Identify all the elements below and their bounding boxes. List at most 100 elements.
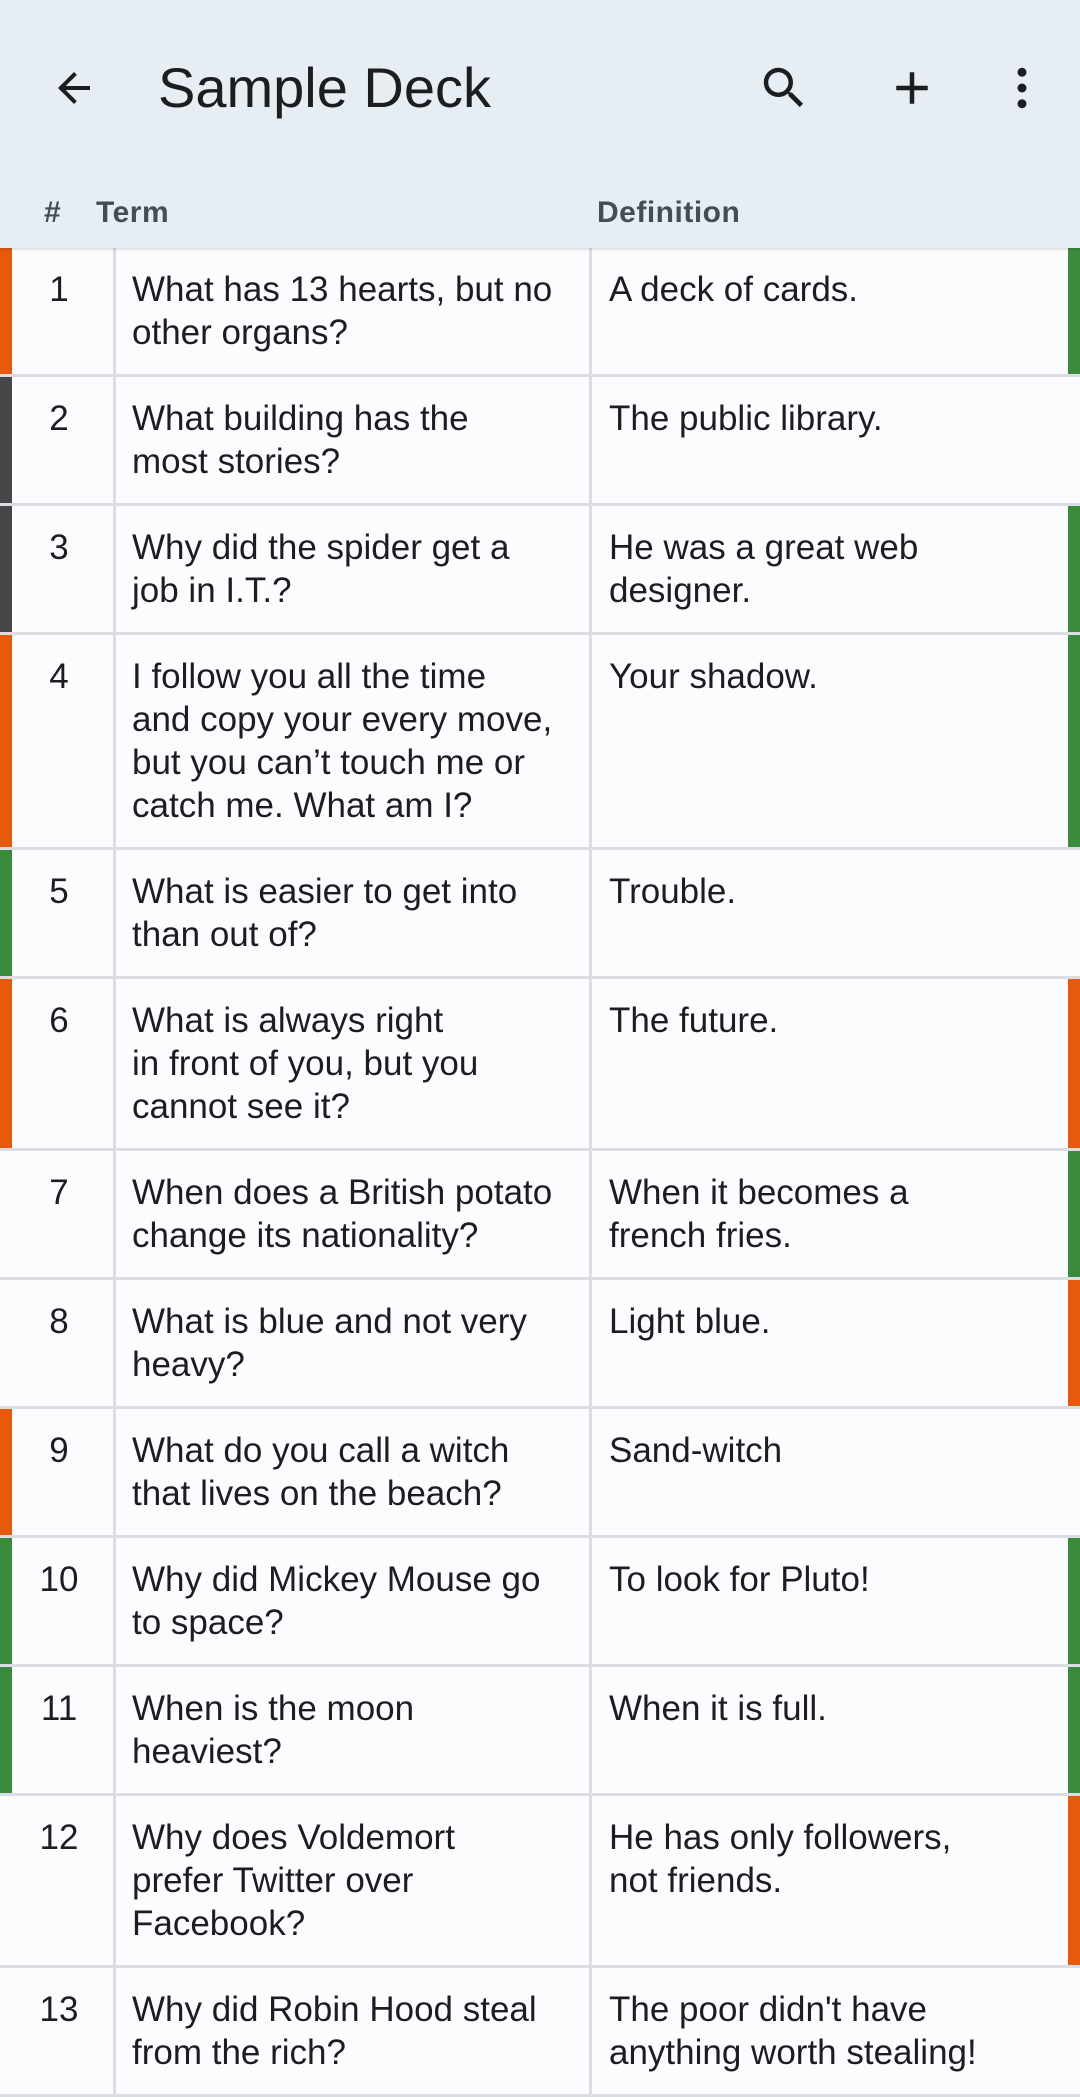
app-bar: Sample Deck # Term Definition: [0, 0, 1080, 248]
column-divider: [589, 1280, 592, 1406]
column-divider: [589, 850, 592, 976]
right-status-bar: [1068, 506, 1080, 632]
column-divider: [113, 1796, 116, 1965]
card-definition: He has only followers, not friends.: [609, 1818, 952, 1900]
column-divider: [113, 1667, 116, 1793]
column-headers: # Term Definition: [0, 186, 1080, 246]
card-term: Why does Voldemort prefer Twitter over F…: [132, 1818, 455, 1943]
search-icon[interactable]: [748, 52, 820, 124]
column-divider: [113, 1151, 116, 1277]
card-number: 12: [39, 1818, 79, 1857]
card-number: 5: [49, 872, 69, 911]
left-status-bar: [0, 635, 12, 847]
card-number: 11: [40, 1689, 78, 1728]
table-row[interactable]: 13 Why did Robin Hood steal from the rich…: [0, 1968, 1080, 2097]
column-divider: [113, 377, 116, 503]
left-status-bar: [0, 1538, 12, 1664]
left-status-bar: [0, 1667, 12, 1793]
card-term: What building has the most stories?: [132, 399, 469, 481]
add-icon[interactable]: [876, 52, 948, 124]
table-row[interactable]: 9 What do you call a witch that lives on …: [0, 1409, 1080, 1538]
table-row[interactable]: 11 When is the moon heaviest? When it is f…: [0, 1667, 1080, 1796]
card-number: 10: [39, 1560, 79, 1599]
card-definition: A deck of cards.: [609, 270, 859, 309]
table-row[interactable]: 6 What is always right in front of you, b…: [0, 979, 1080, 1151]
left-status-bar: [0, 850, 12, 976]
card-number: 8: [49, 1302, 69, 1341]
card-list: 1 What has 13 hearts, but no other organs…: [0, 248, 1080, 2097]
card-term: When is the moon heaviest?: [132, 1689, 415, 1771]
card-number: 9: [49, 1431, 69, 1470]
column-divider: [589, 248, 592, 374]
column-divider: [589, 1796, 592, 1965]
column-divider: [589, 1538, 592, 1664]
table-row[interactable]: 2 What building has the most stories? The …: [0, 377, 1080, 506]
column-header-term[interactable]: Term: [96, 196, 169, 230]
right-status-bar: [1068, 1151, 1080, 1277]
card-number: 3: [49, 528, 69, 567]
card-number: 7: [49, 1173, 69, 1212]
column-divider: [113, 1409, 116, 1535]
left-status-bar: [0, 377, 12, 503]
card-definition: Light blue.: [609, 1302, 771, 1341]
column-divider: [589, 1968, 592, 2094]
right-status-bar: [1068, 1538, 1080, 1664]
column-divider: [113, 248, 116, 374]
card-term: When does a British potato change its na…: [132, 1173, 553, 1255]
table-row[interactable]: 10 Why did Mickey Mouse go to space? To lo…: [0, 1538, 1080, 1667]
table-row[interactable]: 5 What is easier to get into than out of?…: [0, 850, 1080, 979]
card-definition: The future.: [609, 1001, 779, 1040]
table-row[interactable]: 12 Why does Voldemort prefer Twitter over…: [0, 1796, 1080, 1968]
column-divider: [113, 506, 116, 632]
column-divider: [589, 506, 592, 632]
column-divider: [589, 979, 592, 1148]
card-term: I follow you all the time and copy your …: [132, 657, 553, 825]
right-status-bar: [1068, 979, 1080, 1148]
column-header-definition[interactable]: Definition: [597, 196, 740, 230]
page-title: Sample Deck: [158, 56, 492, 119]
card-definition: He was a great web designer.: [609, 528, 919, 610]
left-status-bar: [0, 248, 12, 374]
table-row[interactable]: 7 When does a British potato change its n…: [0, 1151, 1080, 1280]
left-status-bar: [0, 506, 12, 632]
card-term: What has 13 hearts, but no other organs?: [132, 270, 553, 352]
right-status-bar: [1068, 248, 1080, 374]
column-divider: [113, 1538, 116, 1664]
column-header-number[interactable]: #: [44, 196, 61, 230]
card-term: What do you call a witch that lives on t…: [132, 1431, 510, 1513]
arrow-back-icon[interactable]: [42, 56, 106, 120]
column-divider: [589, 1151, 592, 1277]
card-term: Why did the spider get a job in I.T.?: [132, 528, 510, 610]
table-row[interactable]: 8 What is blue and not very heavy? Light b…: [0, 1280, 1080, 1409]
card-number: 6: [49, 1001, 69, 1040]
card-term: What is blue and not very heavy?: [132, 1302, 527, 1384]
more-vert-icon[interactable]: [986, 52, 1058, 124]
card-definition: To look for Pluto!: [609, 1560, 870, 1599]
card-definition: When it is full.: [609, 1689, 827, 1728]
column-divider: [113, 979, 116, 1148]
column-divider: [589, 1667, 592, 1793]
card-term: What is always right in front of you, bu…: [132, 1001, 479, 1126]
column-divider: [113, 850, 116, 976]
table-row[interactable]: 4 I follow you all the time and copy your…: [0, 635, 1080, 850]
table-row[interactable]: 3 Why did the spider get a job in I.T.? He…: [0, 506, 1080, 635]
card-definition: When it becomes a french fries.: [609, 1173, 909, 1255]
column-divider: [113, 1968, 116, 2094]
column-divider: [589, 635, 592, 847]
card-number: 13: [39, 1990, 79, 2029]
card-number: 1: [49, 270, 69, 309]
card-definition: The public library.: [609, 399, 883, 438]
right-status-bar: [1068, 1796, 1080, 1965]
column-divider: [589, 1409, 592, 1535]
card-term: What is easier to get into than out of?: [132, 872, 518, 954]
right-status-bar: [1068, 635, 1080, 847]
left-status-bar: [0, 1409, 12, 1535]
card-definition: Sand-witch: [609, 1431, 783, 1470]
card-definition: The poor didn't have anything worth stea…: [609, 1990, 977, 2072]
right-status-bar: [1068, 1280, 1080, 1406]
card-number: 2: [49, 399, 69, 438]
card-definition: Your shadow.: [609, 657, 818, 696]
right-status-bar: [1068, 1667, 1080, 1793]
column-divider: [113, 635, 116, 847]
table-row[interactable]: 1 What has 13 hearts, but no other organs…: [0, 248, 1080, 377]
